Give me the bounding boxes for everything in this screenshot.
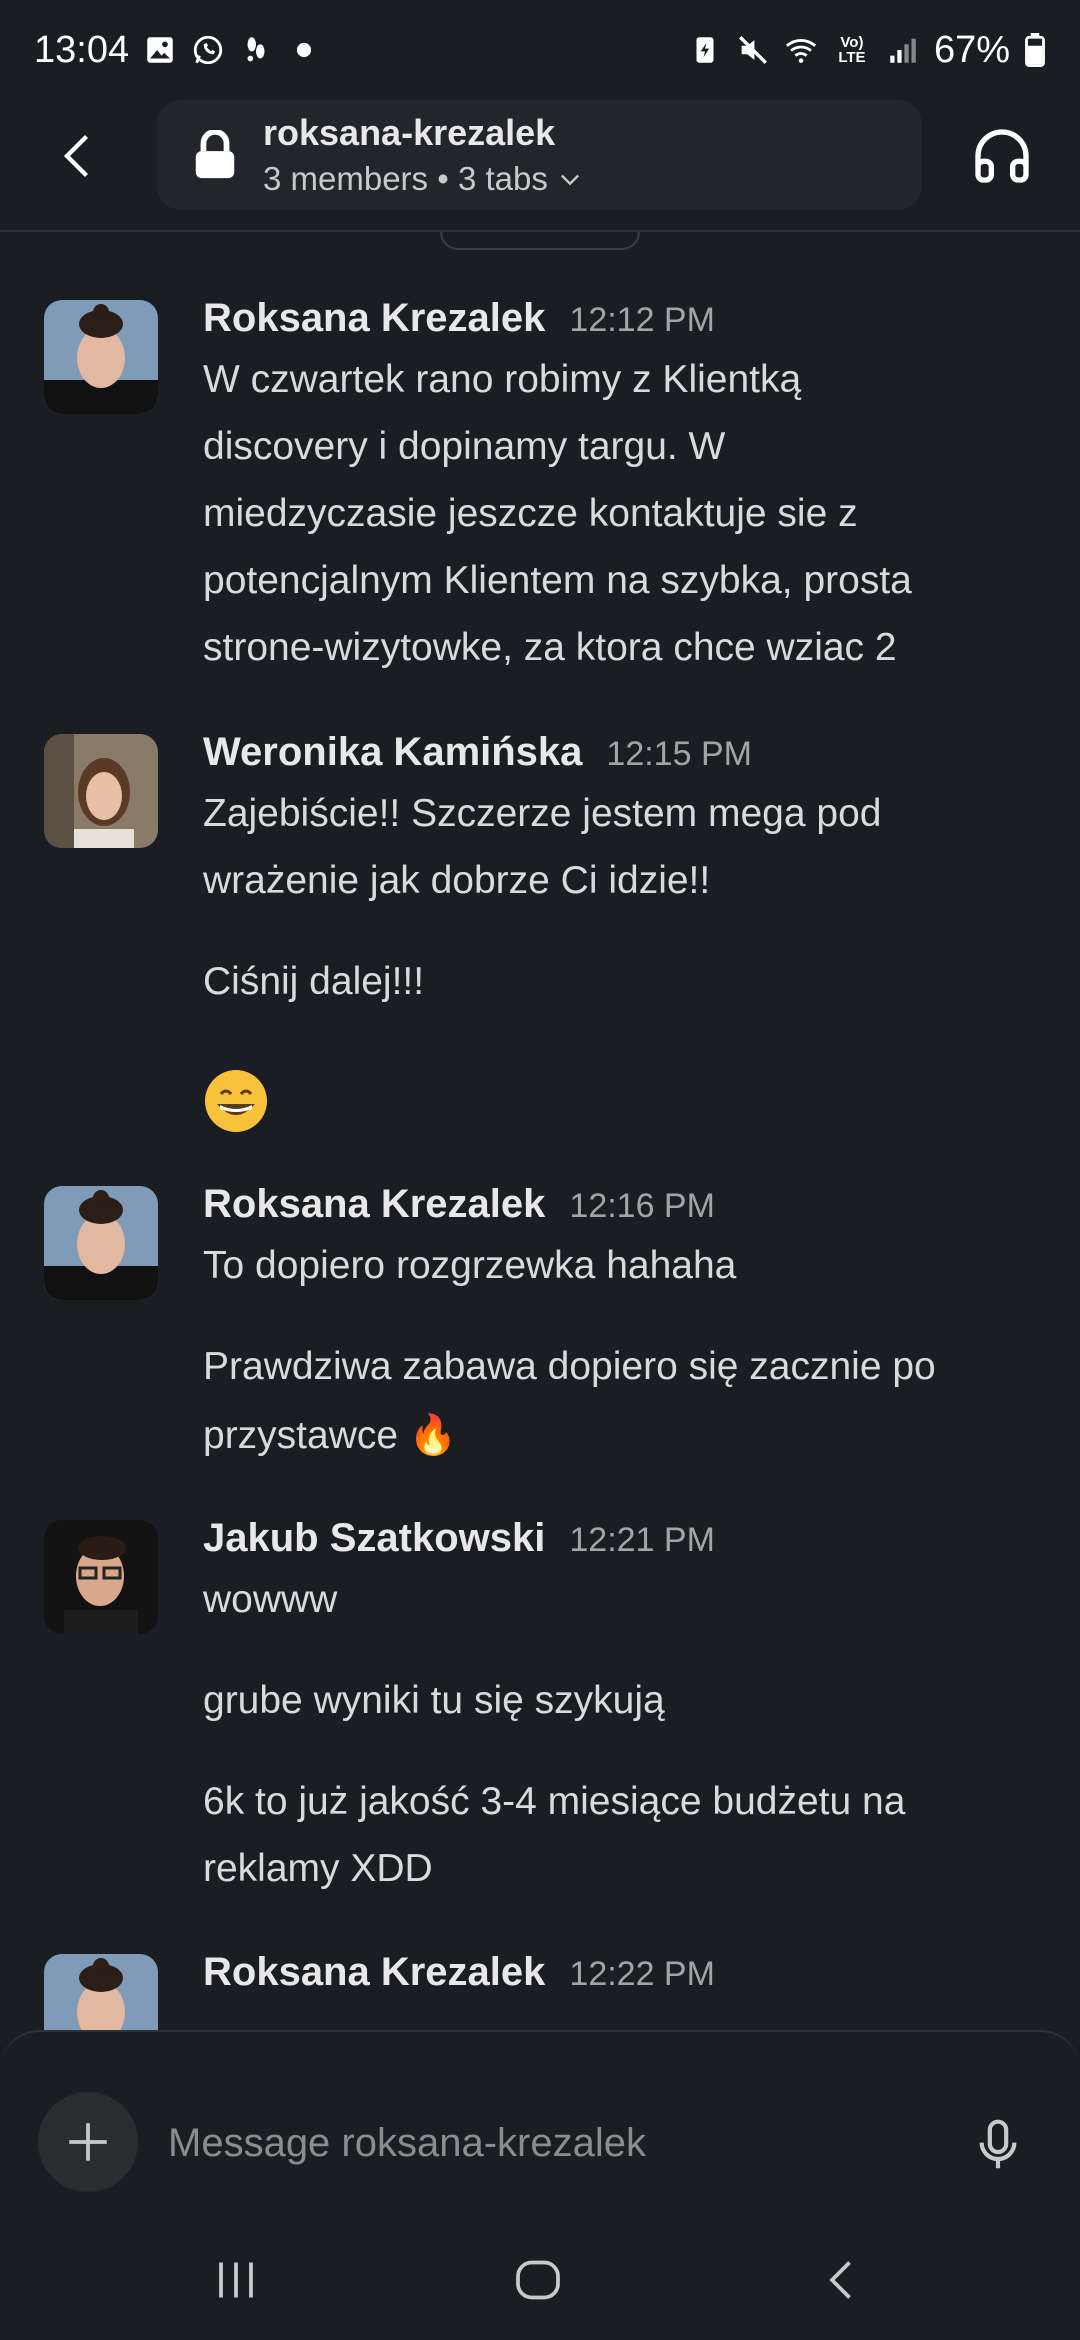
- home-button[interactable]: [508, 2250, 568, 2310]
- message-text: Prawdziwa zabawa dopiero się zacznie po: [203, 1345, 936, 1388]
- plus-icon: [69, 2123, 107, 2161]
- lock-icon: [195, 130, 235, 179]
- back-button[interactable]: [48, 124, 112, 188]
- mute-icon: [736, 33, 770, 67]
- message-text: reklamy XDD: [203, 1847, 433, 1890]
- message-time: 12:21 PM: [569, 1521, 715, 1559]
- add-attachment-button[interactable]: [38, 2092, 138, 2192]
- grinning-face-icon: [205, 1070, 267, 1132]
- message-text: W czwartek rano robimy z Klientką: [203, 358, 802, 401]
- signal-icon: [886, 33, 920, 67]
- system-back-button[interactable]: [812, 2250, 872, 2310]
- avatar[interactable]: [44, 300, 158, 414]
- message-author[interactable]: Roksana Krezalek: [203, 296, 545, 341]
- message-author[interactable]: Roksana Krezalek: [203, 1182, 545, 1227]
- status-time: 13:04: [34, 28, 130, 71]
- message-input[interactable]: [166, 2107, 930, 2179]
- battery-saver-icon: [688, 33, 722, 67]
- message-author[interactable]: Roksana Krezalek: [203, 1950, 545, 1995]
- message-author[interactable]: Weronika Kamińska: [203, 730, 582, 775]
- gallery-icon: [143, 33, 177, 67]
- home-icon: [516, 2260, 560, 2300]
- message-text: Zajebiście!! Szczerze jestem mega pod: [203, 792, 882, 835]
- channel-subtitle: 3 members • 3 tabs: [263, 160, 548, 197]
- grin-emoji: [203, 1068, 269, 1134]
- avatar[interactable]: [44, 1186, 158, 1300]
- message-time: 12:16 PM: [569, 1187, 715, 1225]
- chevron-down-icon: [560, 174, 579, 186]
- whatsapp-icon: [191, 33, 225, 67]
- dot-icon: [287, 33, 321, 67]
- battery-percent: 67%: [933, 28, 1010, 71]
- message-text: discovery i dopinamy targu. W: [203, 425, 726, 468]
- battery-icon: [1024, 33, 1046, 67]
- message-list[interactable]: Roksana Krezalek 12:12 PM W czwartek ran…: [0, 232, 1080, 2032]
- message-text: wrażenie jak dobrze Ci idzie!!: [203, 859, 711, 902]
- wifi-icon: [784, 33, 818, 67]
- recents-icon: [219, 2262, 253, 2298]
- message-time: 12:22 PM: [569, 1955, 715, 1993]
- message-text: grube wyniki tu się szykują: [203, 1679, 665, 1722]
- message-time: 12:15 PM: [606, 735, 752, 773]
- volte-label: Vo) LTE: [838, 34, 866, 66]
- channel-info-button[interactable]: roksana-krezalek 3 members • 3 tabs: [157, 100, 922, 210]
- avatar[interactable]: [44, 1954, 158, 2032]
- message-text: przystawce 🔥: [203, 1414, 458, 1457]
- status-bar: 13:04 Vo) LTE 67%: [0, 0, 1080, 100]
- message-text: 6k to już jakość 3-4 miesiące budżetu na: [203, 1780, 906, 1823]
- headphones-icon: [975, 129, 1029, 183]
- message-text: Ciśnij dalej!!!: [203, 960, 425, 1003]
- footsteps-icon: [239, 33, 273, 67]
- message-text: miedzyczasie jeszcze kontaktuje sie z: [203, 492, 858, 535]
- avatar[interactable]: [44, 734, 158, 848]
- back-arrow-icon: [829, 2261, 851, 2299]
- avatar[interactable]: [44, 1520, 158, 1634]
- voice-message-button[interactable]: [970, 2117, 1026, 2173]
- microphone-icon: [979, 2119, 1017, 2169]
- message-text: To dopiero rozgrzewka hahaha: [203, 1244, 737, 1287]
- volte-icon: Vo) LTE: [832, 33, 872, 67]
- system-nav-bar: [0, 2220, 1080, 2340]
- channel-name: roksana-krezalek: [263, 112, 556, 153]
- message-time: 12:12 PM: [569, 301, 715, 339]
- recent-apps-button[interactable]: [206, 2250, 266, 2310]
- message-text: strone-wizytowke, za ktora chce wziac 2: [203, 626, 897, 669]
- message-author[interactable]: Jakub Szatkowski: [203, 1516, 545, 1561]
- channel-header: roksana-krezalek 3 members • 3 tabs: [0, 100, 1080, 232]
- message-text: potencjalnym Klientem na szybka, prosta: [203, 559, 912, 602]
- chevron-left-icon: [63, 134, 89, 178]
- message-text: wowww: [203, 1578, 338, 1621]
- huddle-button[interactable]: [970, 124, 1034, 188]
